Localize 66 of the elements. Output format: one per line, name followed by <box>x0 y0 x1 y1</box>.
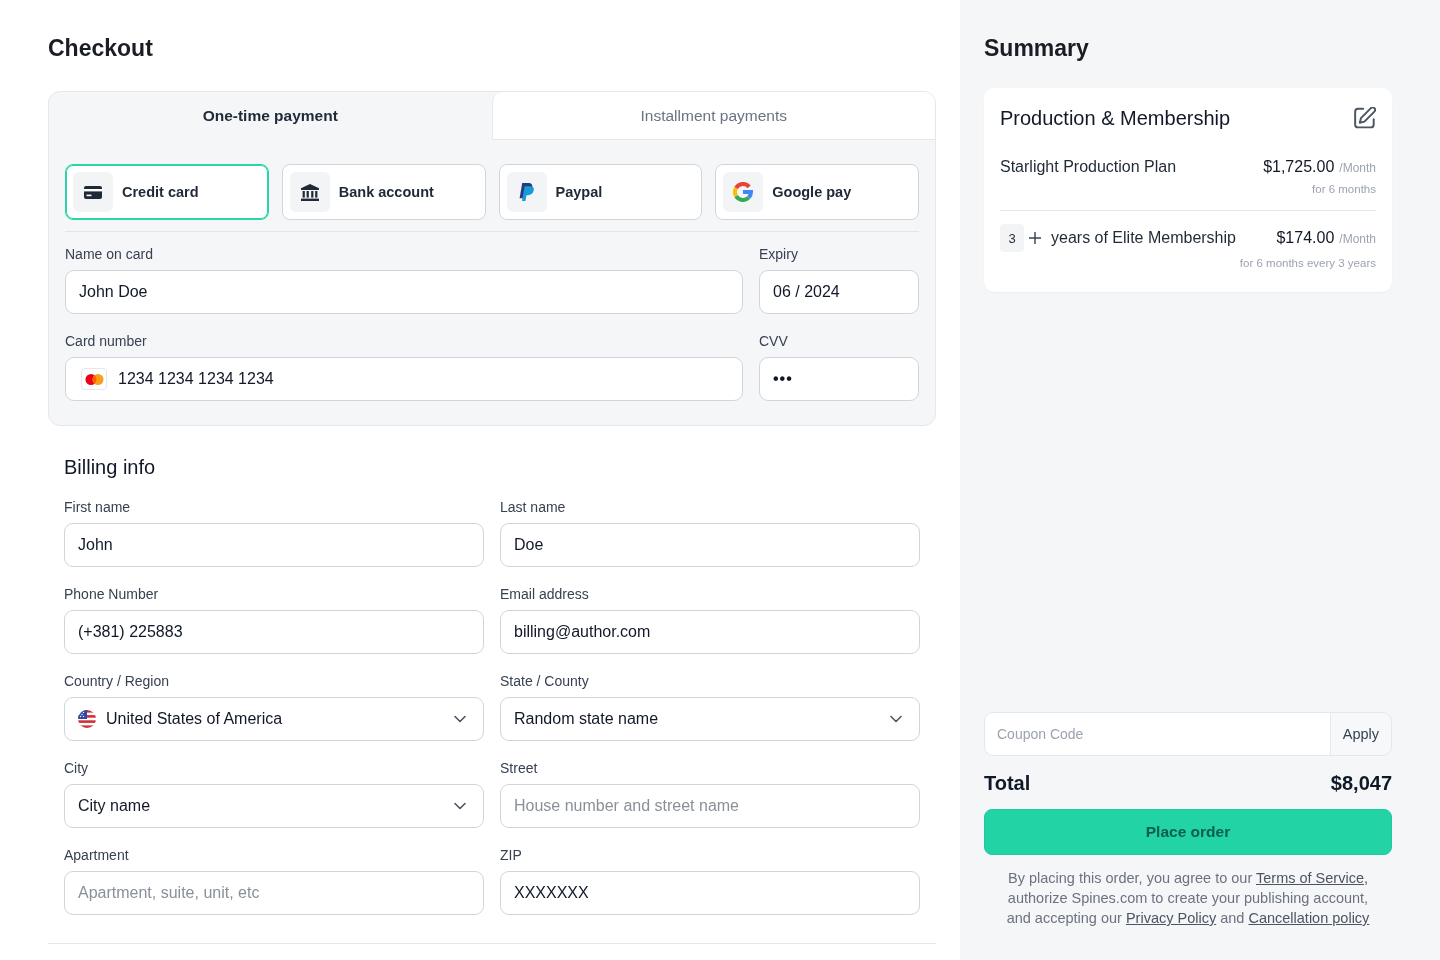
chevron-down-icon <box>454 715 466 723</box>
password-field[interactable]: ••• <box>759 357 919 401</box>
field-label: Country / Region <box>64 672 170 690</box>
payment-method-button[interactable]: Bank account <box>281 164 486 220</box>
price-text: $1,725.00 <box>1263 157 1335 177</box>
input-field[interactable]: 06 / 2024 <box>759 270 919 314</box>
dropdown-field[interactable]: City name <box>64 784 484 828</box>
price-text: $174.00 <box>1276 228 1335 248</box>
field-label: CVV <box>759 332 788 350</box>
quantity-field[interactable]: 3 <box>1000 224 1024 252</box>
input-field[interactable]: Doe <box>500 523 920 567</box>
item-note: for 6 months every 3 years <box>1239 256 1376 271</box>
apply-button[interactable]: Apply <box>1329 712 1392 756</box>
page-title: Summary <box>984 34 1089 62</box>
field-label: Apartment <box>64 846 129 864</box>
field-label: Name on card <box>65 245 153 263</box>
input-field[interactable]: John <box>64 523 484 567</box>
field-label: First name <box>64 498 131 516</box>
price-unit: /Month <box>1339 232 1376 246</box>
plus-icon <box>1029 232 1041 244</box>
total-label: Total <box>984 771 1031 796</box>
item-name: Starlight Production Plan <box>1000 157 1177 177</box>
dropdown-field[interactable]: United States of America <box>64 697 484 741</box>
chevron-down-icon <box>890 715 902 723</box>
card-title: Production & Membership <box>1000 106 1231 131</box>
edit-icon[interactable] <box>1354 107 1376 129</box>
credit-card-icon <box>73 172 113 212</box>
bank-icon <box>289 172 330 212</box>
total-value: $8,047 <box>1330 771 1392 796</box>
chevron-down-icon <box>454 802 466 810</box>
field-label: ZIP <box>500 846 522 864</box>
section-title: Billing info <box>64 455 156 480</box>
field-label: Last name <box>500 498 566 516</box>
item-note: for 6 months <box>1312 182 1376 197</box>
terms-text: By placing this order, you agree to our Terms of Service, authorize Spines.com to create your publishing account, and accepting our Privacy Policy and Cancellation policy <box>1005 869 1371 928</box>
input-field[interactable]: House number and street name <box>500 784 920 828</box>
paypal-logo-icon <box>506 172 547 212</box>
item-name: years of Elite Membership <box>1051 228 1236 248</box>
field-label: Card number <box>65 332 147 350</box>
field-label: City <box>64 759 89 777</box>
field-label: Phone Number <box>64 585 159 603</box>
payment-method-button[interactable]: Credit card <box>65 164 269 220</box>
input-field[interactable]: John Doe <box>65 270 743 314</box>
input-field[interactable]: billing@author.com <box>500 610 920 654</box>
input-field[interactable]: XXXXXXX <box>500 871 920 915</box>
card-logo-icon <box>81 368 107 390</box>
flag-icon <box>78 710 96 728</box>
policy-link[interactable]: Privacy Policy <box>1125 910 1217 926</box>
dropdown-field[interactable]: Random state name <box>500 697 920 741</box>
field-label: Street <box>500 759 538 777</box>
payment-method-button[interactable]: Google pay <box>715 164 919 220</box>
tab[interactable]: One-time payment <box>49 92 492 140</box>
page-title: Checkout <box>48 34 153 62</box>
coupon-field[interactable]: Coupon Code <box>984 712 1330 756</box>
card-number-field[interactable]: 1234 1234 1234 1234 <box>65 357 743 401</box>
policy-link[interactable]: Cancellation policy <box>1248 910 1370 926</box>
input-field[interactable]: (+381) 225883 <box>64 610 484 654</box>
policy-link[interactable]: Terms of Service, <box>1256 870 1368 886</box>
tab[interactable]: Installment payments <box>491 92 935 140</box>
field-label: Expiry <box>759 245 798 263</box>
field-label: Email address <box>500 585 589 603</box>
payment-method-button[interactable]: Paypal <box>498 164 703 220</box>
google-logo-icon <box>723 172 764 212</box>
input-field[interactable]: Apartment, suite, unit, etc <box>64 871 484 915</box>
price-unit: /Month <box>1339 161 1376 175</box>
field-label: State / County <box>500 672 589 690</box>
